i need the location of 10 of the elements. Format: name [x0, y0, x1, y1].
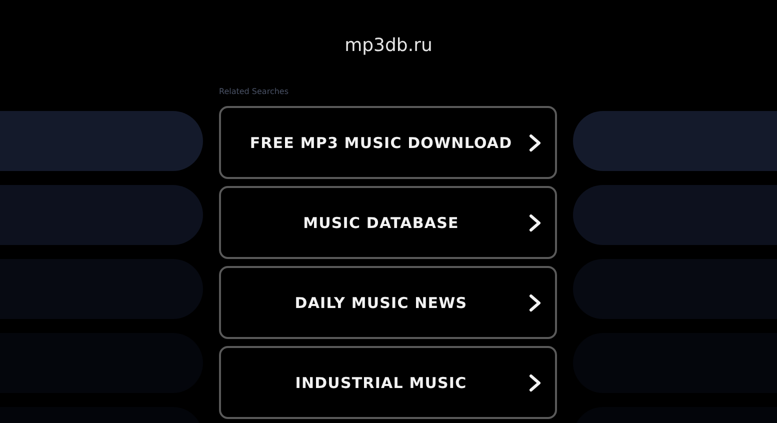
search-link-button[interactable]: DAILY MUSIC NEWS [219, 266, 557, 339]
chevron-right-icon [529, 294, 541, 312]
site-title: mp3db.ru [344, 35, 432, 56]
search-link-button[interactable]: INDUSTRIAL MUSIC [219, 346, 557, 419]
search-link-button[interactable]: FREE MP3 MUSIC DOWNLOAD [219, 106, 557, 179]
search-link-button[interactable]: MUSIC DATABASE [219, 186, 557, 259]
chevron-right-icon [529, 214, 541, 232]
chevron-right-icon [529, 374, 541, 392]
chevron-right-icon [529, 134, 541, 152]
related-searches-label: Related Searches [219, 87, 290, 97]
